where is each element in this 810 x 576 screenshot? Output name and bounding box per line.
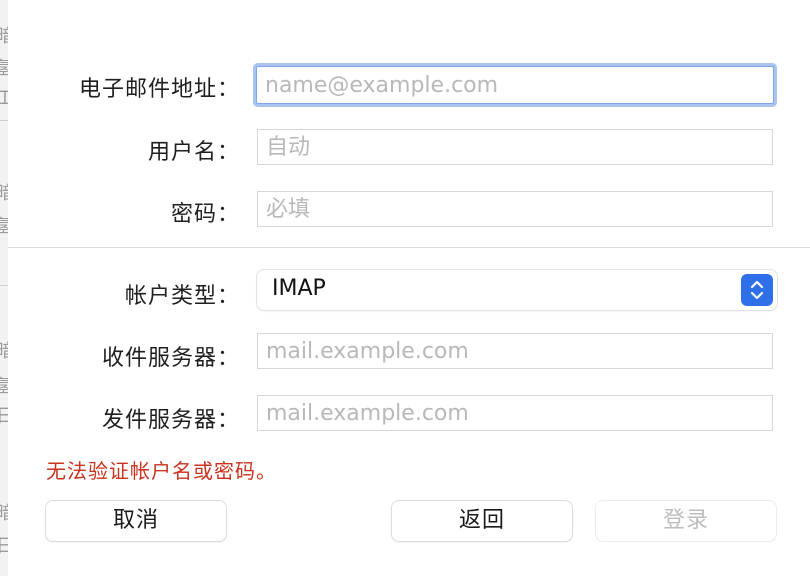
email-label: 电子邮件地址： bbox=[78, 77, 240, 102]
password-field[interactable] bbox=[257, 191, 773, 227]
username-label: 用户名： bbox=[147, 140, 240, 165]
cancel-button[interactable]: 取消 bbox=[46, 501, 226, 541]
add-account-sheet: 电子邮件地址： 用户名： 密码： 帐户类型： IMAP 收件服务器： 发件服务器… bbox=[8, 0, 810, 576]
username-field[interactable] bbox=[257, 129, 773, 165]
back-button[interactable]: 返回 bbox=[392, 501, 572, 541]
account-type-select[interactable]: IMAP bbox=[257, 270, 777, 310]
account-type-label: 帐户类型： bbox=[124, 284, 240, 309]
incoming-server-field[interactable] bbox=[257, 333, 773, 369]
outgoing-server-field[interactable] bbox=[257, 395, 773, 431]
outgoing-server-label: 发件服务器： bbox=[101, 408, 240, 433]
chevron-up-down-icon[interactable] bbox=[741, 274, 773, 306]
section-divider bbox=[8, 247, 810, 248]
incoming-server-label: 收件服务器： bbox=[101, 346, 240, 371]
password-label: 密码： bbox=[170, 202, 240, 227]
error-message: 无法验证帐户名或密码。 bbox=[46, 459, 277, 483]
email-field[interactable] bbox=[256, 66, 774, 104]
sign-in-button[interactable]: 登录 bbox=[596, 501, 776, 541]
account-type-value: IMAP bbox=[272, 276, 326, 301]
